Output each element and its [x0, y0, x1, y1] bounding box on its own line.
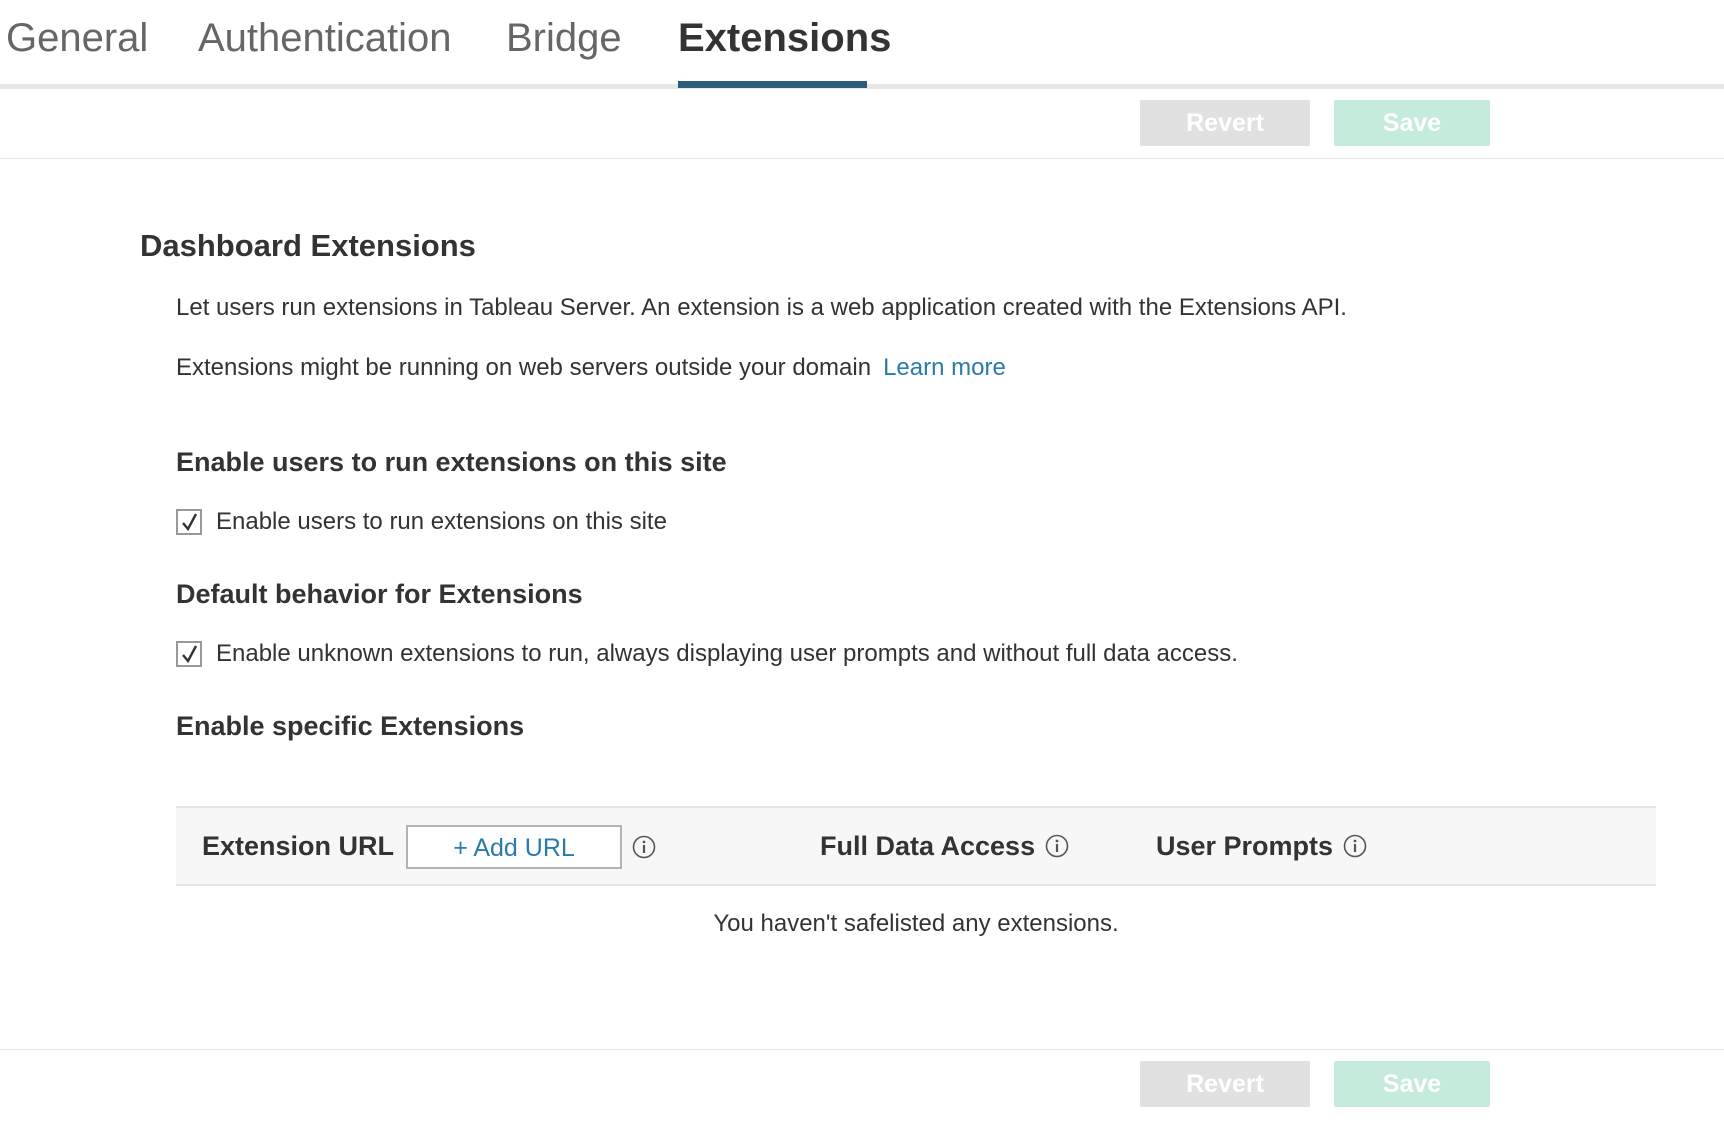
- notice-text: Extensions might be running on web serve…: [176, 354, 872, 381]
- active-tab-indicator: [678, 81, 867, 88]
- section-notice: Extensions might be running on web serve…: [176, 352, 1006, 384]
- revert-button[interactable]: Revert: [1140, 100, 1310, 146]
- tab-bridge[interactable]: Bridge: [506, 14, 622, 62]
- section-description: Let users run extensions in Tableau Serv…: [176, 294, 1347, 321]
- column-full-data-access-label: Full Data Access: [820, 830, 1036, 861]
- default-behavior-row: Enable unknown extensions to run, always…: [176, 638, 1238, 670]
- tab-extensions[interactable]: Extensions: [678, 14, 891, 62]
- enable-users-checkbox-label: Enable users to run extensions on this s…: [216, 508, 667, 535]
- empty-table-message: You haven't safelisted any extensions.: [713, 910, 1119, 937]
- enable-users-row: Enable users to run extensions on this s…: [176, 506, 667, 538]
- tab-authentication[interactable]: Authentication: [198, 14, 452, 62]
- save-button[interactable]: Save: [1334, 1061, 1490, 1107]
- enable-users-heading: Enable users to run extensions on this s…: [176, 447, 727, 477]
- column-user-prompts-label: User Prompts: [1156, 830, 1334, 861]
- column-user-prompts: User Prompts: [1156, 808, 1367, 884]
- save-button[interactable]: Save: [1334, 100, 1490, 146]
- top-action-bar: Revert Save: [0, 89, 1724, 157]
- column-extension-url: Extension URL: [202, 830, 395, 861]
- default-behavior-heading: Default behavior for Extensions: [176, 579, 583, 609]
- info-icon[interactable]: [632, 835, 656, 859]
- info-icon[interactable]: [1045, 834, 1069, 858]
- checkmark-icon: [182, 645, 198, 664]
- tab-general[interactable]: General: [6, 14, 148, 62]
- extensions-table-header: Extension URL + Add URL Full Data Access…: [176, 806, 1656, 886]
- section-title: Dashboard Extensions: [140, 228, 476, 263]
- add-url-button[interactable]: + Add URL: [406, 825, 622, 869]
- info-icon[interactable]: [1343, 834, 1367, 858]
- revert-button[interactable]: Revert: [1140, 1061, 1310, 1107]
- unknown-extensions-checkbox[interactable]: [176, 641, 202, 667]
- divider: [0, 158, 1724, 159]
- learn-more-link[interactable]: Learn more: [883, 354, 1006, 381]
- column-full-data-access: Full Data Access: [820, 808, 1069, 884]
- bottom-action-bar: Revert Save: [0, 1049, 1724, 1147]
- specific-extensions-heading: Enable specific Extensions: [176, 711, 525, 741]
- checkmark-icon: [182, 513, 198, 532]
- enable-users-checkbox[interactable]: [176, 509, 202, 535]
- tab-bar: General Authentication Bridge Extensions: [0, 0, 1724, 89]
- unknown-extensions-checkbox-label: Enable unknown extensions to run, always…: [216, 640, 1238, 667]
